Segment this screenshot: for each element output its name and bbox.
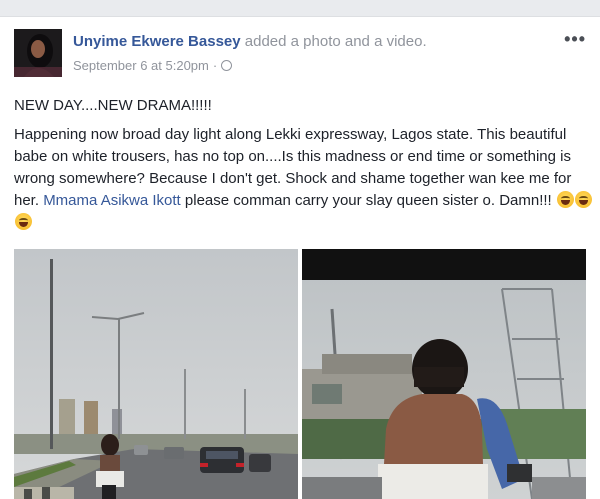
feed-background <box>0 0 600 16</box>
globe-icon[interactable] <box>221 60 233 71</box>
post-video[interactable] <box>302 249 586 499</box>
mention-link[interactable]: Mmama Asikwa Ikott <box>43 192 181 209</box>
body-text-part-2: please comman carry your slay queen sist… <box>180 192 556 209</box>
author-name[interactable]: Unyime Ekwere Bassey <box>73 33 241 50</box>
post-header: Unyime Ekwere Bassey added a photo and a… <box>73 33 427 50</box>
face-with-tears-of-joy-icon <box>15 213 32 230</box>
face-with-tears-of-joy-icon <box>574 191 592 208</box>
avatar[interactable] <box>14 29 62 77</box>
post-headline: NEW DAY....NEW DRAMA!!!!! <box>14 97 212 114</box>
post-photo[interactable] <box>14 249 298 499</box>
post-timestamp[interactable]: September 6 at 5:20pm <box>73 58 209 73</box>
post-action: added a photo and a video. <box>244 33 427 50</box>
post-meta: September 6 at 5:20pm · <box>73 58 233 73</box>
post-card: Unyime Ekwere Bassey added a photo and a… <box>0 16 600 499</box>
more-options-icon[interactable]: ••• <box>564 29 586 50</box>
post-body: Happening now broad day light along Lekk… <box>14 124 594 234</box>
meta-separator: · <box>212 58 218 73</box>
face-with-tears-of-joy-icon <box>556 191 574 208</box>
